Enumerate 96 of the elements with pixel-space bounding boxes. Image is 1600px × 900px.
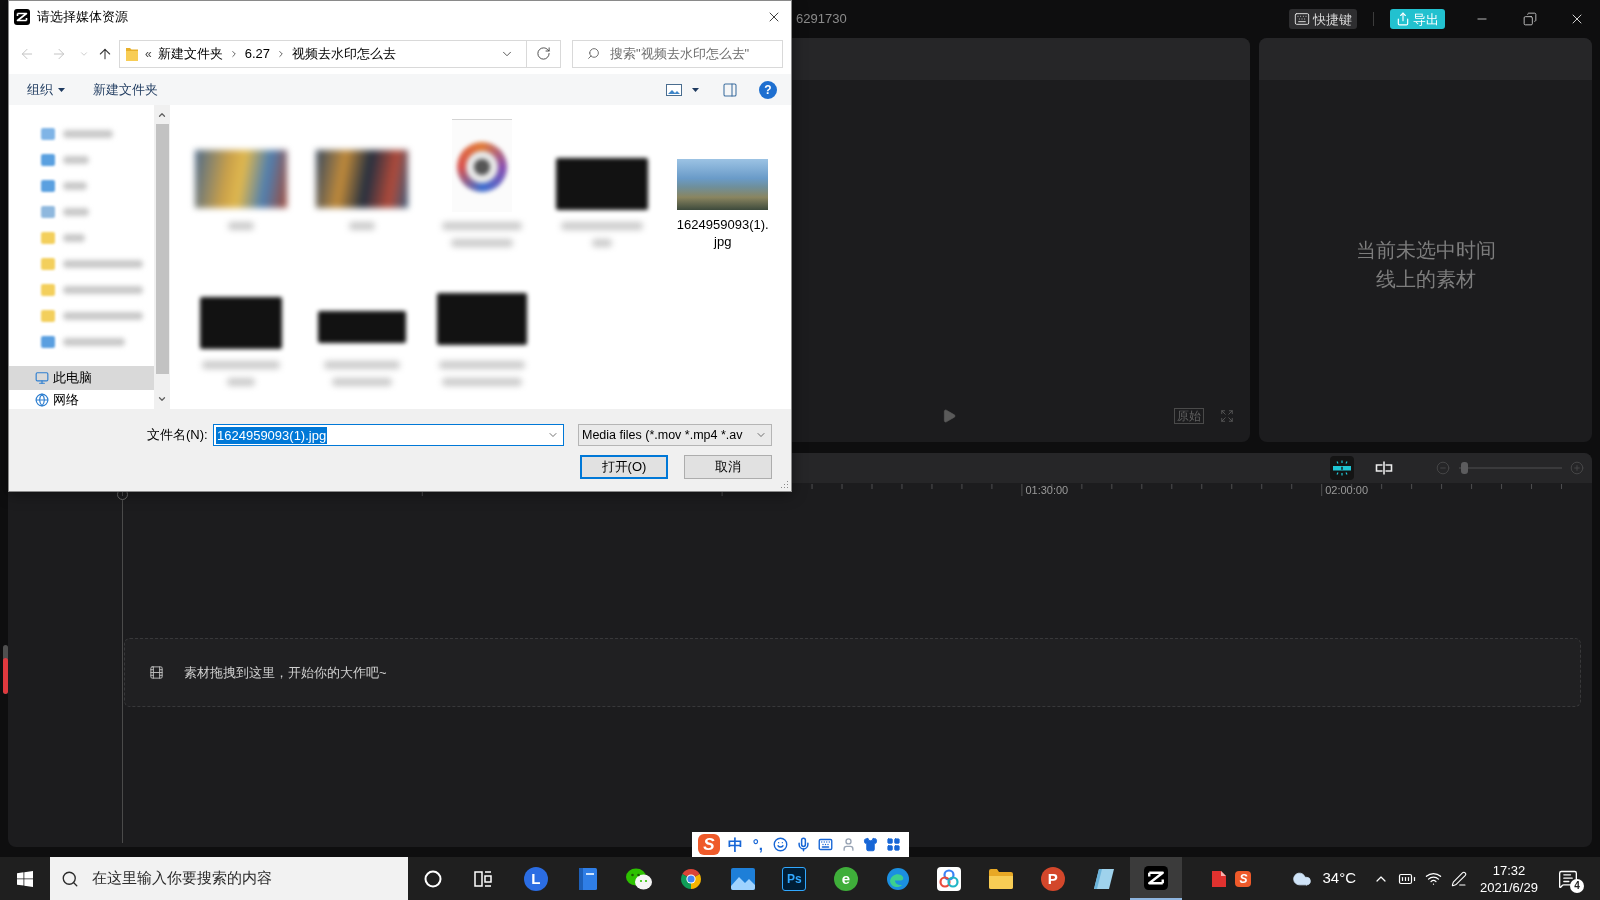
app-logo-icon: [14, 9, 30, 25]
restore-icon: [1523, 12, 1537, 26]
breadcrumb-item[interactable]: 新建文件夹: [157, 43, 223, 64]
blurred-text-smudge: [63, 156, 89, 164]
clock-date[interactable]: 2021/6/29: [1480, 878, 1538, 896]
breadcrumb-overflow-button[interactable]: «: [145, 44, 152, 63]
computer-icon: [35, 371, 49, 385]
blurred-text-smudge: [63, 130, 113, 138]
command-button[interactable]: 组织: [21, 77, 71, 102]
share-icon: [1396, 12, 1410, 26]
pen-icon[interactable]: [1451, 870, 1467, 887]
blurred-text-smudge: [63, 208, 89, 216]
clock-time[interactable]: 17:32: [1492, 861, 1526, 879]
grid-icon[interactable]: [885, 837, 901, 852]
filename-label: 文件名(N):: [147, 426, 209, 445]
view-options-button[interactable]: [666, 83, 699, 96]
input-mode-toggle[interactable]: °,: [752, 837, 763, 852]
nav-item[interactable]: 此电脑: [9, 366, 154, 390]
slider-thumb[interactable]: [1460, 462, 1468, 474]
start-icon: [17, 870, 33, 887]
shortcuts-button[interactable]: 快捷键: [1289, 9, 1357, 29]
microphone-icon[interactable]: [795, 837, 811, 852]
command-button[interactable]: 新建文件夹: [87, 77, 164, 102]
film-icon: [149, 665, 164, 680]
blurred-caption-drawing: [228, 222, 255, 230]
person-icon[interactable]: [840, 837, 856, 852]
drop-hint: 素材拖拽到这里，开始你的大作吧~: [184, 663, 387, 682]
tricolor-circle-icon: [678, 866, 703, 891]
globe-icon: [35, 392, 49, 407]
search-field[interactable]: 搜索"视频去水印怎么去": [572, 39, 783, 68]
scrollbar-thumb[interactable]: [155, 124, 169, 374]
nav-item[interactable]: 网络: [9, 390, 154, 409]
wifi-icon[interactable]: [1424, 870, 1442, 887]
folder-icon: [989, 868, 1014, 889]
swirl-icon: [885, 866, 910, 891]
dialog-button[interactable]: 取消: [684, 455, 772, 479]
split-icon: [1375, 461, 1393, 475]
app-logo-icon: [1144, 865, 1169, 890]
ruler-time-label: 01:30:00: [1025, 484, 1069, 497]
notification-icon: [1558, 868, 1578, 889]
thumbnail-view-icon: [666, 83, 682, 96]
landscape-picture-icon: [730, 867, 755, 890]
file-name[interactable]: 1624959093(1).jpg: [676, 216, 770, 250]
refresh-button[interactable]: [527, 39, 561, 68]
breadcrumb-item[interactable]: 6.27: [244, 43, 270, 64]
scrollbar[interactable]: [154, 105, 170, 409]
document-icon[interactable]: [1212, 870, 1227, 887]
weather-temperature[interactable]: 34°C: [1322, 867, 1356, 890]
search-icon: [61, 869, 79, 888]
chat-bubbles-icon: [626, 867, 653, 890]
snap-button[interactable]: [1330, 456, 1354, 480]
blurred-caption-drawing: [348, 222, 375, 230]
project-title: 6291730: [796, 10, 847, 29]
notification-button[interactable]: 4: [1546, 857, 1590, 900]
chevron-right-icon[interactable]: [276, 48, 286, 59]
notebook-icon: [578, 867, 597, 890]
fullscreen-icon[interactable]: [1220, 409, 1234, 423]
file-type-dropdown[interactable]: Media files (*.mov *.mp4 *.av: [578, 424, 772, 446]
blurred-text-smudge: [63, 338, 125, 346]
dialog-button[interactable]: 打开(O): [580, 455, 668, 479]
scroll-down-icon[interactable]: [157, 394, 167, 404]
notification-badge: 4: [1570, 879, 1584, 893]
smiley-icon[interactable]: [773, 837, 788, 852]
taskbar-app-button[interactable]: P: [1026, 857, 1079, 900]
shirt-icon[interactable]: [863, 837, 879, 852]
letter-tile-icon: Ps: [782, 866, 807, 891]
keyboard-icon: [1294, 11, 1310, 27]
taskbar-app-button[interactable]: [1130, 857, 1182, 900]
refresh-icon: [536, 46, 551, 61]
resize-grip-icon[interactable]: [779, 479, 789, 489]
play-icon[interactable]: [941, 408, 957, 424]
blurred-text-smudge: [63, 182, 87, 190]
taskbar-app-button[interactable]: L: [510, 857, 562, 900]
keyboard-icon[interactable]: [818, 837, 834, 852]
help-button[interactable]: ?: [759, 80, 777, 99]
taskbar-search-field[interactable]: 在这里输入你要搜索的内容: [50, 857, 408, 900]
address-bar[interactable]: « 新建文件夹 6.27 视频去水印怎么去: [119, 39, 527, 68]
scroll-up-icon[interactable]: [157, 110, 167, 120]
slate-icon: [1092, 866, 1117, 891]
breadcrumb-item[interactable]: 视频去水印怎么去: [292, 43, 396, 64]
ruler-time-label: 02:00:00: [1325, 484, 1368, 497]
caret-icon: [692, 87, 699, 92]
preview-pane-icon[interactable]: [722, 81, 738, 98]
input-mode-toggle[interactable]: 中: [727, 837, 743, 852]
empty-selection-message: 当前未选中时间线上的素材: [1354, 238, 1497, 292]
zoom-slider[interactable]: [1459, 462, 1562, 474]
dialog-title: 请选择媒体资源: [37, 8, 128, 27]
snap-icon: [1332, 460, 1352, 476]
taskbar-app-button[interactable]: Ps: [768, 857, 821, 900]
ring-icon: [424, 869, 442, 888]
task-view-icon: [474, 870, 492, 887]
filename-field[interactable]: 1624959093(1).jpg: [213, 424, 564, 446]
search-icon: [587, 47, 600, 60]
folder-icon: [126, 46, 138, 61]
blurred-text-smudge: [63, 234, 85, 242]
rings-icon: [937, 866, 962, 891]
